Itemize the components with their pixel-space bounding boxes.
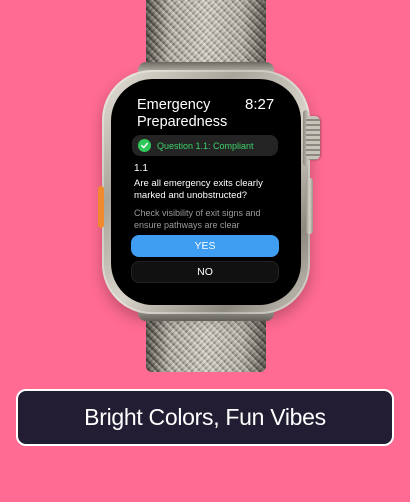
clock: 8:27	[245, 96, 275, 113]
compliance-status-badge: Question 1.1: Compliant	[132, 135, 278, 156]
caption-banner: Bright Colors, Fun Vibes	[16, 389, 394, 446]
side-button[interactable]	[306, 178, 313, 234]
no-button[interactable]: NO	[131, 261, 279, 283]
action-button[interactable]	[98, 186, 104, 228]
yes-button[interactable]: YES	[131, 235, 279, 257]
question-text: Are all emergency exits clearly marked a…	[134, 178, 263, 201]
question-hint: Check visibility of exit signs and ensur…	[134, 208, 261, 230]
status-text: Question 1.1: Compliant	[157, 140, 254, 151]
caption-text: Bright Colors, Fun Vibes	[84, 404, 326, 430]
watch-screen: Emergency Preparedness 8:27 Question 1.1…	[120, 88, 292, 296]
checkmark-circle-icon	[138, 139, 151, 152]
question-number: 1.1	[134, 163, 148, 174]
digital-crown[interactable]	[306, 116, 320, 160]
app-title: Emergency Preparedness	[137, 97, 228, 130]
